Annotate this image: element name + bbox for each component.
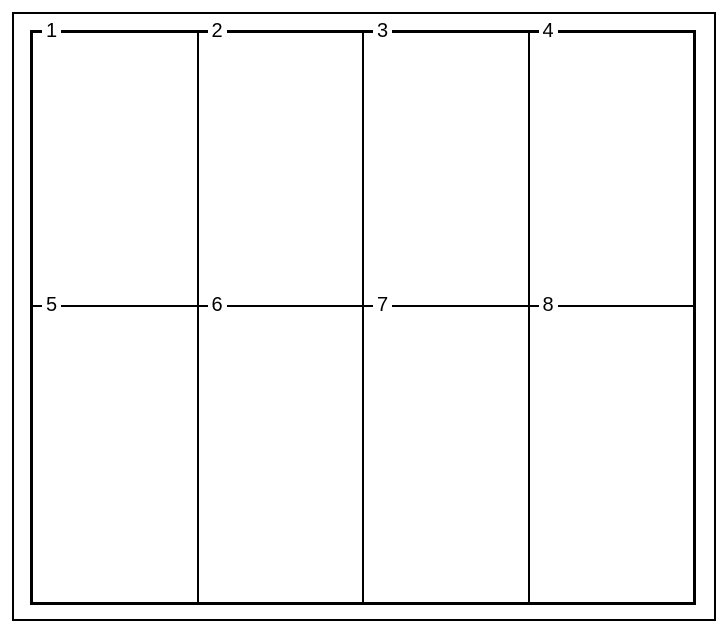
cell-3: 3 [363,32,529,306]
cell-label-2: 2 [208,20,227,42]
grid-container: 1 2 3 4 5 6 7 8 [30,30,696,605]
cell-label-4: 4 [539,20,558,42]
cell-5: 5 [32,306,198,603]
cell-1: 1 [32,32,198,306]
cell-label-1: 1 [42,20,61,42]
cell-label-5: 5 [42,294,61,316]
cell-label-7: 7 [373,294,392,316]
cell-6: 6 [198,306,364,603]
cell-2: 2 [198,32,364,306]
cell-4: 4 [529,32,695,306]
cell-label-8: 8 [539,294,558,316]
cell-7: 7 [363,306,529,603]
cell-label-3: 3 [373,20,392,42]
cell-label-6: 6 [208,294,227,316]
cell-8: 8 [529,306,695,603]
outer-frame: 1 2 3 4 5 6 7 8 [12,12,716,621]
